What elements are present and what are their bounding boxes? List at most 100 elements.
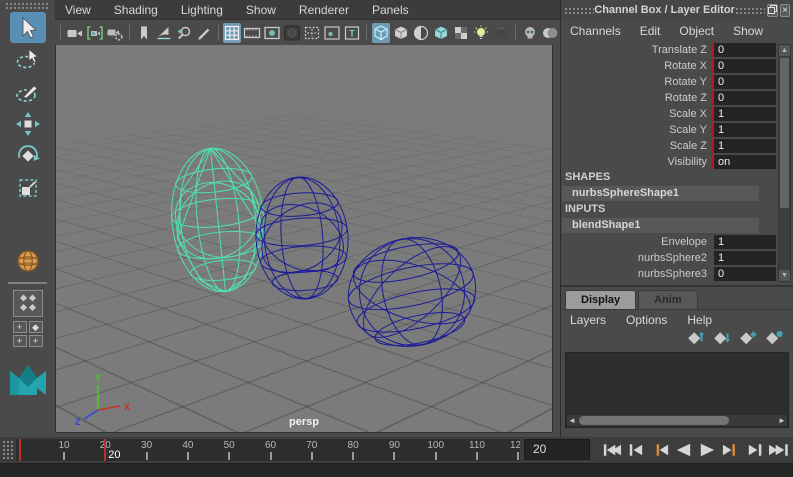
move-tool[interactable] — [10, 108, 46, 139]
toolbar-divider — [515, 25, 516, 40]
shape-node-item[interactable]: nurbsSphereShape1 — [562, 186, 759, 201]
channel-value-field[interactable]: on — [714, 155, 776, 169]
current-frame-field[interactable]: 20 — [524, 439, 590, 460]
perspective-viewport[interactable]: YXZ persp — [55, 45, 553, 433]
channel-scrollbar[interactable]: ▲ ▼ — [778, 44, 791, 282]
exposure-icon[interactable] — [541, 23, 559, 43]
move-layer-up-button[interactable] — [688, 328, 707, 352]
textured-display-icon[interactable] — [432, 23, 450, 43]
create-empty-layer-button[interactable] — [740, 328, 759, 352]
channel-value-field[interactable]: 0 — [714, 43, 776, 57]
camera-settings-icon[interactable] — [106, 23, 124, 43]
channel-value-field[interactable]: 1 — [714, 235, 776, 249]
resolution-gate-icon[interactable] — [263, 23, 281, 43]
timeslider-drag-handle[interactable] — [2, 440, 13, 460]
cb-menu-edit[interactable]: Edit — [640, 24, 661, 38]
channel-value-field[interactable]: 0 — [714, 75, 776, 89]
panel-drag-handle[interactable] — [734, 6, 766, 14]
shaded-display-icon[interactable] — [392, 23, 410, 43]
scroll-up-arrow[interactable]: ▲ — [779, 45, 790, 56]
scale-tool[interactable] — [10, 172, 46, 203]
layer-list[interactable]: ◄ ► — [565, 352, 789, 428]
play-forwards-button[interactable] — [697, 440, 718, 459]
layer-list-hscrollbar[interactable]: ◄ ► — [567, 415, 787, 426]
xray-icon[interactable] — [521, 23, 539, 43]
shadows-icon[interactable] — [472, 23, 490, 43]
channel-value-field[interactable]: 0 — [714, 267, 776, 281]
wireframe-display-icon[interactable] — [372, 22, 391, 43]
use-all-lights-icon[interactable] — [452, 23, 470, 43]
menu-panels[interactable]: Panels — [372, 3, 409, 17]
safe-title-icon[interactable]: T — [343, 23, 361, 43]
panel-drag-handle[interactable] — [564, 6, 595, 14]
step-back-key-button[interactable] — [649, 440, 670, 459]
camera-icon[interactable] — [66, 23, 84, 43]
zoom-region-icon[interactable] — [175, 23, 193, 43]
paint-select-tool[interactable] — [10, 76, 46, 107]
channel-value-field[interactable]: 0 — [714, 59, 776, 73]
channel-value-field[interactable]: 1 — [714, 107, 776, 121]
close-panel-button[interactable]: × — [780, 3, 790, 17]
egg-target-wireframe[interactable] — [245, 173, 359, 302]
cb-menu-channels[interactable]: Channels — [570, 24, 621, 38]
tab-anim[interactable]: Anim — [638, 290, 698, 309]
play-backwards-button[interactable] — [673, 440, 694, 459]
field-chart-icon[interactable] — [303, 23, 321, 43]
menu-shading[interactable]: Shading — [114, 3, 158, 17]
cb-menu-show[interactable]: Show — [733, 24, 763, 38]
single-pane-layout-button[interactable] — [12, 290, 43, 317]
grease-pencil-icon[interactable] — [195, 23, 213, 43]
timeline[interactable]: 102030405060708090100110120 20 — [16, 439, 520, 461]
lasso-tool[interactable] — [10, 44, 46, 75]
grid-icon[interactable] — [223, 22, 242, 43]
select-tool[interactable] — [9, 12, 46, 43]
go-to-start-button[interactable] — [601, 440, 622, 459]
last-tool-used-button[interactable] — [10, 245, 46, 276]
layout-pane-button-1[interactable]: + — [12, 321, 27, 333]
scroll-left-arrow[interactable]: ◄ — [567, 416, 577, 425]
go-to-end-button[interactable] — [769, 440, 790, 459]
scroll-right-arrow[interactable]: ► — [777, 416, 787, 425]
input-node-item[interactable]: blendShape1 — [562, 218, 759, 233]
wireframe-on-shaded-icon[interactable] — [412, 23, 430, 43]
layer-menu-help[interactable]: Help — [687, 313, 712, 327]
channel-value-field[interactable]: 1 — [714, 123, 776, 137]
rotate-tool[interactable] — [10, 140, 46, 171]
step-forward-frame-button[interactable] — [745, 440, 766, 459]
occlusion-icon[interactable] — [492, 23, 510, 43]
layout-pane-button-3[interactable]: + — [12, 335, 27, 347]
menu-lighting[interactable]: Lighting — [181, 3, 223, 17]
step-back-frame-button[interactable] — [625, 440, 646, 459]
layer-menu-layers[interactable]: Layers — [570, 313, 606, 327]
hscrollbar-thumb[interactable] — [579, 416, 729, 425]
step-forward-key-button[interactable] — [721, 440, 742, 459]
tab-display[interactable]: Display — [565, 290, 637, 309]
range-slider[interactable] — [0, 463, 793, 477]
move-layer-down-button[interactable] — [714, 328, 733, 352]
cb-menu-object[interactable]: Object — [679, 24, 714, 38]
layout-pane-button-2[interactable]: ◆ — [28, 321, 43, 333]
scrollbar-thumb[interactable] — [780, 58, 789, 208]
playback-controls — [601, 440, 790, 459]
channel-value-field[interactable]: 0 — [714, 91, 776, 105]
film-gate-icon[interactable] — [243, 23, 261, 43]
bookmark-icon[interactable] — [135, 23, 153, 43]
menu-renderer[interactable]: Renderer — [299, 3, 349, 17]
pan-zoom-icon[interactable] — [155, 23, 173, 43]
toolbox-drag-handle[interactable] — [5, 2, 50, 9]
sphere-target-wireframe[interactable] — [336, 225, 488, 358]
tick-label: 70 — [306, 440, 318, 451]
channel-value-field[interactable]: 1 — [714, 251, 776, 265]
restore-panel-button[interactable] — [767, 3, 779, 17]
create-layer-from-selected-button[interactable] — [766, 328, 785, 352]
safe-action-icon[interactable] — [323, 23, 341, 43]
layout-pane-button-4[interactable]: + — [28, 335, 43, 347]
menu-show[interactable]: Show — [246, 3, 276, 17]
scroll-down-arrow[interactable]: ▼ — [779, 270, 790, 281]
layer-menu-options[interactable]: Options — [626, 313, 667, 327]
channel-value-field[interactable]: 1 — [714, 139, 776, 153]
current-time-marker[interactable] — [104, 439, 107, 461]
menu-view[interactable]: View — [65, 3, 91, 17]
camera-attributes-icon[interactable] — [86, 23, 104, 43]
gate-mask-icon[interactable] — [283, 23, 301, 43]
